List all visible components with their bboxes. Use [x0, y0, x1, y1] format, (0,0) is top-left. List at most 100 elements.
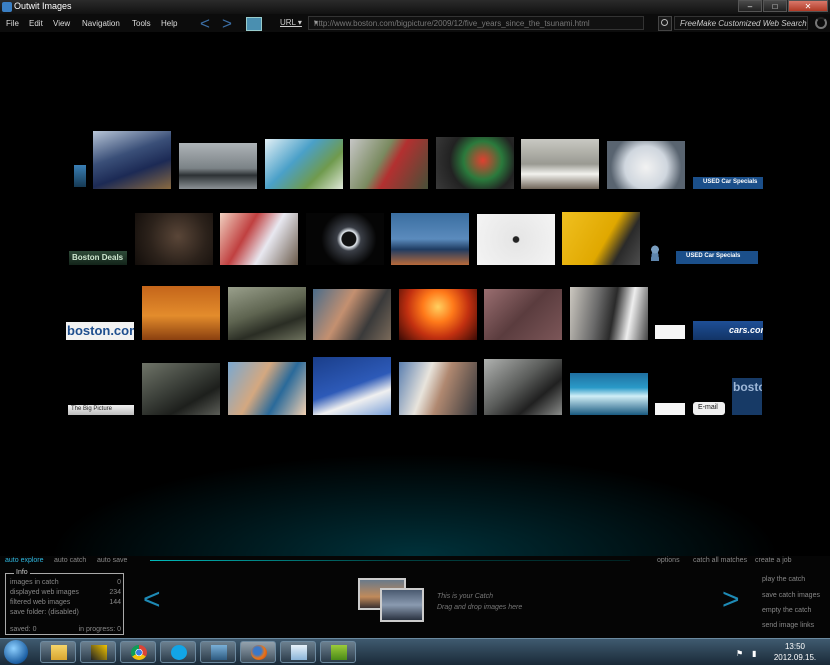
ad-banner[interactable]: The Big Picture: [68, 405, 134, 415]
menu-view[interactable]: View: [53, 19, 70, 28]
taskbar-skype[interactable]: [160, 641, 196, 663]
forward-arrow-icon[interactable]: >: [222, 15, 232, 32]
save-catch-images-button[interactable]: save catch images: [762, 592, 820, 599]
catch-placeholder-image: [380, 588, 424, 622]
home-page-icon[interactable]: [246, 17, 262, 31]
image-thumbnail[interactable]: [220, 213, 298, 265]
ad-banner[interactable]: bosto: [732, 378, 762, 415]
url-label[interactable]: URL ▾: [280, 18, 302, 27]
menu-navigation[interactable]: Navigation: [82, 19, 120, 28]
previous-arrow-icon[interactable]: <: [143, 585, 161, 615]
image-thumbnail[interactable]: [265, 139, 343, 189]
outwit-icon: [331, 645, 347, 660]
image-thumbnail[interactable]: [399, 289, 477, 340]
image-thumbnail[interactable]: [399, 362, 477, 415]
start-button-icon[interactable]: [4, 640, 28, 664]
auto-save-option[interactable]: auto save: [97, 557, 127, 564]
info-box: Info images in catch 0 displayed web imag…: [5, 569, 124, 635]
divider-line: [150, 560, 630, 561]
auto-explore-option[interactable]: auto explore: [5, 557, 44, 564]
url-input[interactable]: http://www.boston.com/bigpicture/2009/12…: [308, 16, 644, 30]
menu-file[interactable]: File: [6, 19, 19, 28]
play-catch-button[interactable]: play the catch: [762, 576, 805, 583]
ad-text: USED Car Specials: [703, 179, 758, 185]
image-thumbnail[interactable]: [562, 212, 640, 265]
image-thumbnail[interactable]: [179, 143, 257, 189]
taskbar-firefox[interactable]: [240, 641, 276, 663]
app-icon: [91, 645, 107, 660]
image-thumbnail[interactable]: [570, 373, 648, 415]
image-thumbnail[interactable]: [350, 139, 428, 189]
image-thumbnail[interactable]: [484, 359, 562, 415]
user-icon: [650, 245, 660, 261]
taskbar-outwit[interactable]: [320, 641, 356, 663]
email-button[interactable]: E-mail: [693, 402, 725, 415]
folder-icon: [51, 645, 67, 660]
image-thumbnail[interactable]: [93, 131, 171, 189]
email-label: E-mail: [698, 404, 718, 411]
image-thumbnail[interactable]: [484, 289, 562, 340]
url-dropdown-icon[interactable]: ▾: [314, 18, 640, 27]
info-row: displayed web images 234: [10, 589, 121, 596]
info-row: save folder: (disabled): [10, 609, 79, 616]
ad-banner[interactable]: USED Car Specials: [676, 251, 758, 264]
clock-time[interactable]: 13:50: [768, 642, 822, 651]
image-thumbnail[interactable]: [521, 139, 599, 189]
gallery-glow: [0, 440, 830, 556]
info-row: filtered web images 144: [10, 599, 121, 606]
image-thumbnail[interactable]: [142, 286, 220, 340]
search-input[interactable]: FreeMake Customized Web Search: [674, 16, 808, 30]
menu-help[interactable]: Help: [161, 19, 177, 28]
maximize-button[interactable]: □: [763, 0, 787, 12]
menu-edit[interactable]: Edit: [29, 19, 43, 28]
catch-all-matches-link[interactable]: catch all matches: [693, 557, 747, 564]
send-image-links-button[interactable]: send image links: [762, 622, 814, 629]
ad-banner[interactable]: USED Car Specials: [693, 177, 763, 189]
taskbar-app-5[interactable]: [200, 641, 236, 663]
auto-catch-option[interactable]: auto catch: [54, 557, 86, 564]
image-thumbnail[interactable]: [570, 287, 648, 340]
search-icon[interactable]: [658, 16, 672, 31]
ad-text: bosto: [733, 380, 762, 394]
image-thumbnail[interactable]: [391, 213, 469, 265]
clock-date[interactable]: 2012.09.15.: [768, 653, 822, 662]
image-thumbnail[interactable]: [74, 165, 86, 187]
document-icon: [291, 645, 307, 660]
image-thumbnail[interactable]: [142, 363, 220, 415]
blank-image[interactable]: [655, 403, 685, 415]
ad-text: cars.com: [729, 325, 763, 335]
image-thumbnail[interactable]: [607, 141, 685, 189]
taskbar-explorer[interactable]: [40, 641, 76, 663]
title-bar: Outwit Images – □ ✕: [0, 0, 830, 14]
signal-icon[interactable]: ▮: [752, 649, 756, 658]
taskbar-app-2[interactable]: [80, 641, 116, 663]
next-arrow-icon[interactable]: >: [722, 585, 740, 615]
ad-banner[interactable]: cars.com: [693, 321, 763, 340]
image-thumbnail[interactable]: [135, 213, 213, 265]
image-thumbnail[interactable]: [477, 214, 555, 265]
minimize-button[interactable]: –: [738, 0, 762, 12]
flag-icon[interactable]: ⚑: [736, 649, 743, 658]
catch-hint: Drag and drop images here: [437, 604, 523, 611]
taskbar-app-7[interactable]: [280, 641, 316, 663]
window-icon: [211, 645, 227, 660]
close-button[interactable]: ✕: [788, 0, 828, 12]
menu-tools[interactable]: Tools: [132, 19, 151, 28]
image-thumbnail[interactable]: [313, 289, 391, 340]
info-row: images in catch 0: [10, 579, 121, 586]
back-arrow-icon[interactable]: <: [200, 15, 210, 32]
options-link[interactable]: options: [657, 557, 680, 564]
loading-spinner-icon: [815, 17, 827, 29]
image-thumbnail[interactable]: [306, 213, 384, 265]
image-thumbnail[interactable]: [313, 357, 391, 415]
image-thumbnail[interactable]: [228, 362, 306, 415]
empty-catch-button[interactable]: empty the catch: [762, 607, 811, 614]
ad-banner[interactable]: Boston Deals: [69, 251, 127, 265]
blank-image[interactable]: [655, 325, 685, 339]
ad-text: The Big Picture: [71, 406, 113, 412]
taskbar-chrome[interactable]: [120, 641, 156, 663]
image-thumbnail[interactable]: [436, 137, 514, 189]
create-job-link[interactable]: create a job: [755, 557, 792, 564]
ad-banner[interactable]: boston.com: [66, 322, 134, 340]
image-thumbnail[interactable]: [228, 287, 306, 340]
